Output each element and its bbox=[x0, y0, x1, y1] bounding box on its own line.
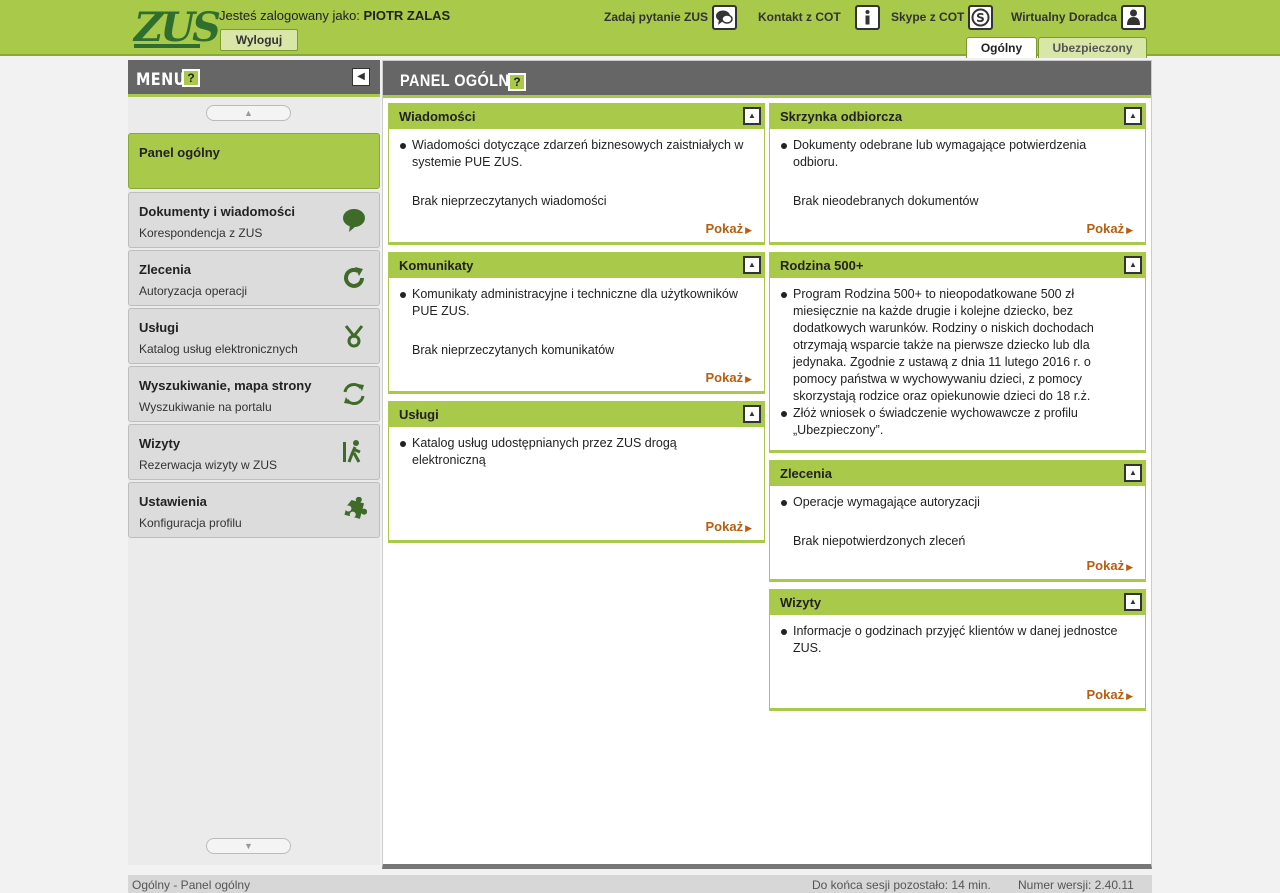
collapse-panel-button[interactable]: ▲ bbox=[1124, 464, 1142, 482]
panel-bullet: Złóż wniosek o świadczenie wychowawcze z… bbox=[781, 405, 1133, 439]
login-prefix: Jesteś zalogowany jako: bbox=[219, 8, 360, 23]
show-more-link[interactable]: Pokaż ▶ bbox=[706, 221, 753, 236]
panel-bullet: Komunikaty administracyjne i techniczne … bbox=[400, 286, 752, 320]
walking-person-icon bbox=[341, 439, 367, 465]
contact-cot-link[interactable]: Kontakt z COT bbox=[758, 4, 880, 30]
panel-wizyty: Wizyty ▲ Informacje o godzinach przyjęć … bbox=[769, 589, 1146, 711]
tab-ogolny[interactable]: Ogólny bbox=[966, 37, 1037, 58]
top-header: ZUS Jesteś zalogowany jako: PIOTR ZALAS … bbox=[0, 0, 1280, 58]
chat-bubbles-icon bbox=[712, 4, 738, 30]
panel-skrzynka-odbiorcza: Skrzynka odbiorcza ▲ Dokumenty odebrane … bbox=[769, 103, 1146, 245]
collapse-panel-button[interactable]: ▲ bbox=[743, 405, 761, 423]
panel-rodzina-500: Rodzina 500+ ▲ Program Rodzina 500+ to n… bbox=[769, 252, 1146, 453]
panel-bullet: Program Rodzina 500+ to nieopodatkowane … bbox=[781, 286, 1133, 405]
svg-text:S: S bbox=[977, 11, 986, 25]
zus-logo[interactable]: ZUS bbox=[134, 6, 221, 50]
sidebar-item-dokumenty[interactable]: Dokumenty i wiadomości Korespondencja z … bbox=[128, 192, 380, 248]
panel-title: Zlecenia bbox=[780, 466, 833, 481]
collapse-panel-button[interactable]: ▲ bbox=[743, 256, 761, 274]
ask-zus-link[interactable]: Zadaj pytanie ZUS bbox=[604, 4, 738, 30]
speech-bubble-icon bbox=[341, 207, 367, 233]
panel-bullet: Informacje o godzinach przyjęć klientów … bbox=[781, 623, 1133, 657]
panel-title: Komunikaty bbox=[399, 258, 474, 273]
sidebar-menu: MENU ? ◀ ▲ Panel ogólny Dokumenty i wiad… bbox=[128, 60, 380, 865]
sync-icon bbox=[341, 381, 367, 407]
menu-help-icon[interactable]: ? bbox=[182, 69, 200, 87]
session-timer: Do końca sesji pozostało: 14 min. bbox=[812, 878, 991, 892]
panel-title: Rodzina 500+ bbox=[780, 258, 864, 273]
user-name: PIOTR ZALAS bbox=[363, 8, 451, 23]
panel-bullet: Dokumenty odebrane lub wymagające potwie… bbox=[781, 137, 1133, 171]
virtual-advisor-link[interactable]: Wirtualny Doradca bbox=[1011, 4, 1146, 30]
show-more-link[interactable]: Pokaż ▶ bbox=[1087, 558, 1134, 573]
panel-status: Brak niepotwierdzonych zleceń bbox=[793, 534, 966, 548]
tab-ubezpieczony[interactable]: Ubezpieczony bbox=[1038, 37, 1147, 58]
panel-komunikaty: Komunikaty ▲ Komunikaty administracyjne … bbox=[388, 252, 765, 394]
panel-status: Brak nieprzeczytanych wiadomości bbox=[412, 194, 607, 208]
menu-title: MENU bbox=[136, 70, 186, 90]
scroll-up-button[interactable]: ▲ bbox=[206, 105, 291, 121]
main-header: PANEL OGÓLNY ? bbox=[383, 61, 1151, 98]
panel-zlecenia: Zlecenia ▲ Operacje wymagające autoryzac… bbox=[769, 460, 1146, 582]
collapse-panel-button[interactable]: ▲ bbox=[1124, 256, 1142, 274]
sidebar-item-panel-ogolny[interactable]: Panel ogólny bbox=[128, 133, 380, 189]
show-more-link[interactable]: Pokaż ▶ bbox=[1087, 221, 1134, 236]
collapse-menu-button[interactable]: ◀ bbox=[352, 68, 370, 86]
status-footer: Ogólny - Panel ogólny Do końca sesji poz… bbox=[128, 875, 1152, 893]
sidebar-item-zlecenia[interactable]: Zlecenia Autoryzacja operacji bbox=[128, 250, 380, 306]
panel-wiadomosci: Wiadomości ▲ Wiadomości dotyczące zdarze… bbox=[388, 103, 765, 245]
version-number: Numer wersji: 2.40.11 bbox=[1018, 878, 1134, 892]
collapse-panel-button[interactable]: ▲ bbox=[1124, 593, 1142, 611]
skype-icon: S bbox=[968, 4, 994, 30]
panel-title: Wiadomości bbox=[399, 109, 476, 124]
panel-bullet: Operacje wymagające autoryzacji bbox=[781, 494, 1133, 511]
services-icon bbox=[341, 323, 367, 349]
page-help-icon[interactable]: ? bbox=[508, 73, 526, 91]
panel-status: Brak nieprzeczytanych komunikatów bbox=[412, 343, 615, 357]
arrow-right-icon: ▶ bbox=[745, 225, 752, 235]
page-title: PANEL OGÓLNY bbox=[400, 71, 520, 90]
arrow-right-icon: ▶ bbox=[1126, 225, 1133, 235]
collapse-panel-button[interactable]: ▲ bbox=[743, 107, 761, 125]
arrow-right-icon: ▶ bbox=[745, 523, 752, 533]
panel-title: Wizyty bbox=[780, 595, 822, 610]
panel-title: Usługi bbox=[399, 407, 439, 422]
sidebar-item-uslugi[interactable]: Usługi Katalog usług elektronicznych bbox=[128, 308, 380, 364]
panel-uslugi: Usługi ▲ Katalog usług udostępnianych pr… bbox=[388, 401, 765, 543]
show-more-link[interactable]: Pokaż ▶ bbox=[1087, 687, 1134, 702]
main-panel: PANEL OGÓLNY ? Wiadomości ▲ Wiadomości d… bbox=[382, 60, 1152, 869]
breadcrumb: Ogólny - Panel ogólny bbox=[132, 878, 251, 892]
skype-cot-link[interactable]: Skype z COT S bbox=[891, 4, 994, 30]
person-icon bbox=[1120, 4, 1146, 30]
sidebar-item-wyszukiwanie[interactable]: Wyszukiwanie, mapa strony Wyszukiwanie n… bbox=[128, 366, 380, 422]
sidebar-item-ustawienia[interactable]: Ustawienia Konfiguracja profilu bbox=[128, 482, 380, 538]
arrow-right-icon: ▶ bbox=[745, 374, 752, 384]
panel-title: Skrzynka odbiorcza bbox=[780, 109, 903, 124]
sidebar-item-wizyty[interactable]: Wizyty Rezerwacja wizyty w ZUS bbox=[128, 424, 380, 480]
login-info: Jesteś zalogowany jako: PIOTR ZALAS bbox=[219, 8, 450, 23]
show-more-link[interactable]: Pokaż ▶ bbox=[706, 370, 753, 385]
show-more-link[interactable]: Pokaż ▶ bbox=[706, 519, 753, 534]
collapse-panel-button[interactable]: ▲ bbox=[1124, 107, 1142, 125]
panel-bullet: Wiadomości dotyczące zdarzeń biznesowych… bbox=[400, 137, 752, 171]
info-icon bbox=[854, 4, 880, 30]
refresh-icon bbox=[341, 265, 367, 291]
logout-button[interactable]: Wyloguj bbox=[220, 29, 298, 51]
panel-status: Brak nieodebranych dokumentów bbox=[793, 194, 979, 208]
arrow-right-icon: ▶ bbox=[1126, 691, 1133, 701]
scroll-down-button[interactable]: ▼ bbox=[206, 838, 291, 854]
puzzle-icon bbox=[341, 496, 368, 523]
panel-bullet: Katalog usług udostępnianych przez ZUS d… bbox=[400, 435, 752, 469]
arrow-right-icon: ▶ bbox=[1126, 562, 1133, 572]
menu-header: MENU ? ◀ bbox=[128, 60, 380, 97]
